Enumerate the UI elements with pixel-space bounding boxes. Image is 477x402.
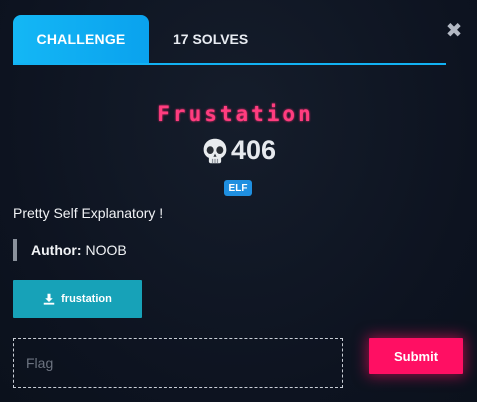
skull-icon	[203, 138, 227, 163]
tab-bar: CHALLENGE 17 SOLVES	[13, 15, 446, 65]
tab-solves[interactable]: 17 SOLVES	[173, 15, 248, 63]
tab-challenge[interactable]: CHALLENGE	[13, 15, 149, 63]
category-badge: ELF	[224, 180, 252, 196]
submit-button[interactable]: Submit	[369, 338, 463, 374]
author-line: Author: NOOB	[13, 239, 127, 261]
points-row: 406	[0, 135, 477, 166]
challenge-points: 406	[230, 135, 277, 165]
close-icon[interactable]: ✖	[445, 21, 463, 41]
challenge-title: Frustation	[157, 102, 314, 126]
download-label: frustation	[61, 293, 112, 305]
download-button[interactable]: frustation	[13, 280, 142, 318]
challenge-description: Pretty Self Explanatory !	[13, 205, 164, 221]
flag-input[interactable]	[13, 338, 343, 388]
tab-underline	[13, 63, 446, 65]
download-icon	[43, 293, 55, 305]
author-name: NOOB	[85, 242, 127, 258]
author-label: Author:	[31, 242, 82, 258]
